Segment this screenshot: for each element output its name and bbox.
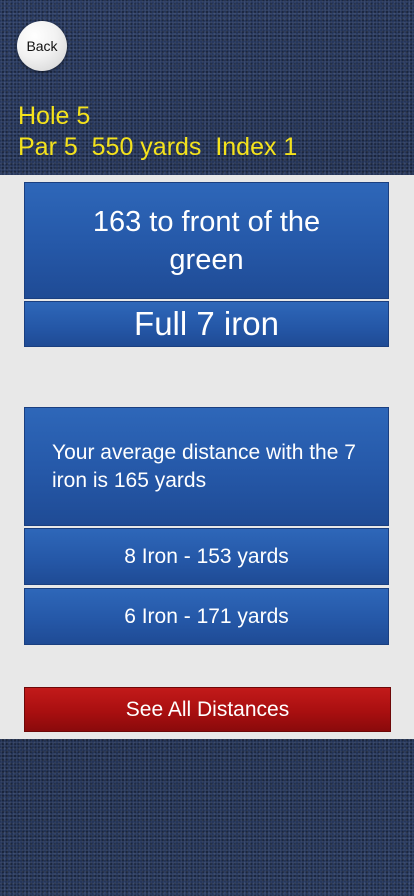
- hole-number: Hole 5: [18, 102, 91, 130]
- back-button[interactable]: Back: [17, 21, 67, 71]
- recommended-club-box: Full 7 iron: [24, 301, 389, 347]
- alternative-club-6-iron[interactable]: 6 Iron - 171 yards: [24, 588, 389, 645]
- hole-details: Par 5 550 yards Index 1: [18, 133, 298, 161]
- alternative-club-label: 8 Iron - 153 yards: [124, 544, 289, 568]
- hole-info: Hole 5 Par 5 550 yards Index 1: [18, 101, 297, 163]
- content-panel: 163 to front of the green Full 7 iron Yo…: [0, 175, 414, 739]
- alternative-club-8-iron[interactable]: 8 Iron - 153 yards: [24, 528, 389, 585]
- distance-to-green-box: 163 to front of the green: [24, 182, 389, 299]
- average-distance-text: Your average distance with the 7 iron is…: [52, 440, 356, 492]
- distance-to-green-text: 163 to front of the green: [92, 205, 321, 276]
- see-all-distances-button[interactable]: See All Distances: [24, 687, 391, 732]
- average-distance-box: Your average distance with the 7 iron is…: [24, 407, 389, 526]
- recommended-club-text: Full 7 iron: [134, 305, 279, 342]
- alternative-club-label: 6 Iron - 171 yards: [124, 604, 289, 628]
